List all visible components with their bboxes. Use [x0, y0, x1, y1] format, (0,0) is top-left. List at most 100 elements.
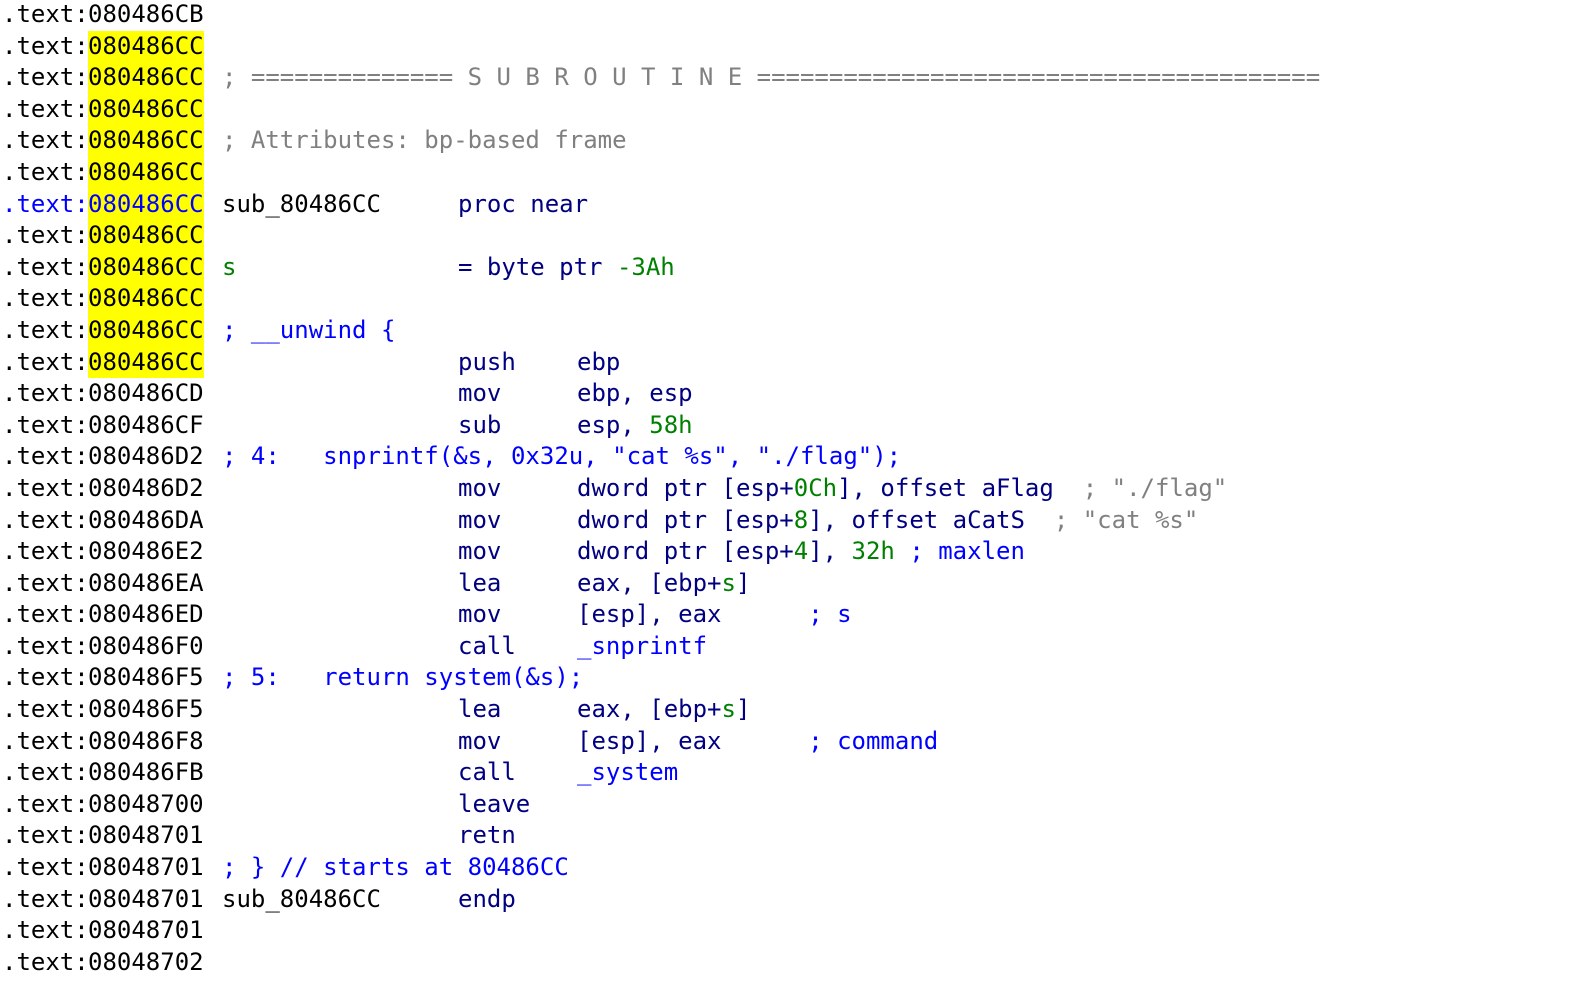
listing-token[interactable]: ; ============== S U B R O U T I N E ===…: [222, 62, 1320, 94]
listing-token[interactable]: mov: [458, 473, 501, 505]
listing-token[interactable]: ]: [577, 568, 750, 600]
disassembly-view[interactable]: .text: 080486CB .text: 080486CC .text: 080486…: [0, 0, 1588, 987]
listing-line[interactable]: .text: 080486ED mov [esp], eax ; s: [0, 599, 1588, 631]
listing-line[interactable]: .text: 08048701 retn: [0, 820, 1588, 852]
address[interactable]: 080486FB: [88, 757, 204, 789]
listing-token[interactable]: ; command: [577, 726, 938, 758]
listing-token[interactable]: mov: [458, 505, 501, 537]
address[interactable]: 080486CC: [88, 220, 204, 252]
address[interactable]: 080486CC: [88, 346, 204, 379]
address[interactable]: 080486D2: [88, 473, 204, 505]
listing-token[interactable]: sub_80486CC: [222, 189, 381, 221]
listing-token[interactable]: ; maxlen: [577, 536, 1025, 568]
listing-token[interactable]: mov: [458, 536, 501, 568]
address[interactable]: 080486F5: [88, 694, 204, 726]
address[interactable]: 08048702: [88, 947, 204, 979]
listing-line[interactable]: .text: 08048701 sub_80486CC endp: [0, 884, 1588, 916]
listing-token[interactable]: s: [222, 252, 236, 284]
listing-line[interactable]: .text: 080486CC sub_80486CC proc near: [0, 188, 1588, 221]
listing-token[interactable]: leave: [458, 789, 530, 821]
listing-token[interactable]: ; s: [577, 599, 851, 631]
listing-line[interactable]: .text: 080486D2 mov dword ptr [esp+ 0Ch ], …: [0, 473, 1588, 505]
listing-token[interactable]: 58h: [577, 410, 692, 442]
listing-token[interactable]: mov: [458, 726, 501, 758]
address[interactable]: 080486CC: [88, 283, 204, 315]
listing-line[interactable]: .text: 080486F0 call _snprintf: [0, 631, 1588, 663]
address[interactable]: 080486F5: [88, 662, 204, 694]
listing-token[interactable]: proc near: [458, 189, 588, 221]
address[interactable]: 080486ED: [88, 599, 204, 631]
listing-token[interactable]: ebp: [577, 347, 620, 379]
address[interactable]: 080486EA: [88, 568, 204, 600]
listing-token[interactable]: ebp, esp: [577, 378, 693, 410]
listing-token[interactable]: retn: [458, 820, 516, 852]
listing-line[interactable]: .text: 080486CF sub esp, 58h: [0, 410, 1588, 442]
listing-token[interactable]: endp: [458, 884, 516, 916]
listing-token[interactable]: mov: [458, 599, 501, 631]
listing-line[interactable]: .text: 080486CC: [0, 156, 1588, 189]
listing-line[interactable]: .text: 080486CC: [0, 283, 1588, 315]
address[interactable]: 080486F8: [88, 726, 204, 758]
listing-line[interactable]: .text: 080486CC ; ============== S U B R O…: [0, 62, 1588, 94]
address[interactable]: 080486CC: [88, 314, 204, 347]
address[interactable]: 08048700: [88, 789, 204, 821]
listing-line[interactable]: .text: 080486CC ; Attributes: bp-based fra…: [0, 125, 1588, 157]
listing-line[interactable]: .text: 080486CC: [0, 30, 1588, 63]
listing-token[interactable]: mov: [458, 378, 501, 410]
listing-line[interactable]: .text: 080486CC ; __unwind {: [0, 314, 1588, 347]
address[interactable]: 08048701: [88, 820, 204, 852]
address[interactable]: 080486CC: [88, 30, 204, 63]
address[interactable]: 080486CC: [88, 125, 204, 157]
address[interactable]: 08048701: [88, 884, 204, 916]
listing-token[interactable]: sub: [458, 410, 501, 442]
listing-token[interactable]: ; Attributes: bp-based frame: [222, 125, 627, 157]
listing-line[interactable]: .text: 080486E2 mov dword ptr [esp+ 4 ], 32…: [0, 536, 1588, 568]
listing-line[interactable]: .text: 08048701: [0, 915, 1588, 947]
address[interactable]: 080486E2: [88, 536, 204, 568]
address[interactable]: 080486CC: [88, 62, 204, 94]
address[interactable]: 080486CB: [88, 0, 204, 31]
listing-line[interactable]: .text: 080486D2 ; 4: snprintf(&s, 0x32u, "…: [0, 441, 1588, 473]
listing-line[interactable]: .text: 080486CC: [0, 220, 1588, 252]
listing-token[interactable]: ]: [577, 694, 750, 726]
listing-token[interactable]: _snprintf: [577, 631, 707, 663]
listing-token[interactable]: call: [458, 757, 516, 789]
listing-line[interactable]: .text: 080486CC s = byte ptr -3Ah: [0, 251, 1588, 284]
listing-line[interactable]: .text: 080486DA mov dword ptr [esp+ 8 ], of…: [0, 505, 1588, 537]
listing-token[interactable]: ; 4: snprintf(&s, 0x32u, "cat %s", "./fl…: [222, 441, 901, 473]
listing-token[interactable]: _system: [577, 757, 678, 789]
listing-line[interactable]: .text: 08048701 ; } // starts at 80486CC: [0, 852, 1588, 884]
address[interactable]: 080486CF: [88, 410, 204, 442]
address[interactable]: 080486F0: [88, 631, 204, 663]
listing-line[interactable]: .text: 080486F8 mov [esp], eax ; command: [0, 726, 1588, 758]
listing-token[interactable]: call: [458, 631, 516, 663]
listing-token[interactable]: lea: [458, 568, 501, 600]
listing-line[interactable]: .text: 080486EA lea eax, [ebp+ s ]: [0, 568, 1588, 600]
address[interactable]: 080486CC: [88, 188, 204, 221]
listing-token[interactable]: ; 5: return system(&s);: [222, 662, 583, 694]
address[interactable]: 08048701: [88, 915, 204, 947]
listing-line[interactable]: .text: 08048700 leave: [0, 789, 1588, 821]
address[interactable]: 08048701: [88, 852, 204, 884]
listing-line[interactable]: .text: 080486CC push ebp: [0, 346, 1588, 379]
listing-token[interactable]: -3Ah: [458, 252, 675, 284]
address[interactable]: 080486D2: [88, 441, 204, 473]
listing-token[interactable]: ; "./flag": [577, 473, 1228, 505]
address[interactable]: 080486CC: [88, 156, 204, 189]
listing-line[interactable]: .text: 080486CC: [0, 93, 1588, 126]
address[interactable]: 080486DA: [88, 505, 204, 537]
listing-line[interactable]: .text: 080486F5 lea eax, [ebp+ s ]: [0, 694, 1588, 726]
address[interactable]: 080486CD: [88, 378, 204, 410]
listing-token[interactable]: ; } // starts at 80486CC: [222, 852, 569, 884]
listing-line[interactable]: .text: 080486CB: [0, 0, 1588, 31]
listing-token[interactable]: sub_80486CC: [222, 884, 381, 916]
listing-line[interactable]: .text: 08048702: [0, 947, 1588, 979]
listing-token[interactable]: ; __unwind {: [222, 315, 395, 347]
listing-token[interactable]: push: [458, 347, 516, 379]
listing-line[interactable]: .text: 080486F5 ; 5: return system(&s);: [0, 662, 1588, 694]
listing-token[interactable]: ; "cat %s": [577, 505, 1199, 537]
listing-line[interactable]: .text: 080486FB call _system: [0, 757, 1588, 789]
address[interactable]: 080486CC: [88, 251, 204, 284]
listing-token[interactable]: lea: [458, 694, 501, 726]
listing-line[interactable]: .text: 080486CD mov ebp, esp: [0, 378, 1588, 410]
